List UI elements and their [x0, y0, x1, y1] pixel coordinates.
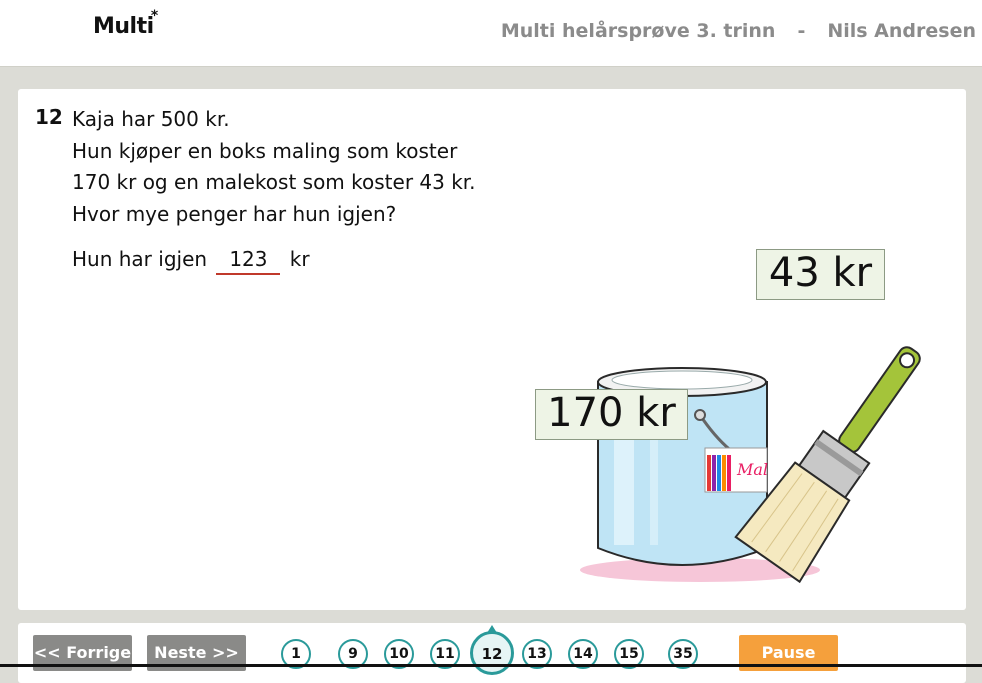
test-title: Multi helårsprøve 3. trinn - Nils Andresen [501, 20, 976, 42]
brush-price-tag: 43 kr [756, 249, 885, 300]
test-name: Multi helårsprøve 3. trinn [500, 20, 776, 42]
task-line-3: 170 kr og en malekost som koster 43 kr. [72, 170, 476, 194]
header: Multi * Multi helårsprøve 3. trinn - Nils A… [0, 0, 982, 67]
multi-logo: Multi * [93, 8, 158, 39]
page-link-12-current[interactable]: 12 [470, 631, 514, 675]
task-number: 12 [35, 105, 63, 129]
task-line-4: Hvor mye penger har hun igjen? [72, 201, 397, 226]
answer-suffix: kr [289, 247, 310, 271]
bucket-label-text: Mal [736, 460, 768, 479]
task-line-2: Hun kjøper en boks maling som koster [72, 138, 458, 163]
answer-input[interactable] [216, 247, 281, 275]
bucket-price-tag: 170 kr [535, 389, 688, 440]
logo-star: * [150, 8, 158, 24]
task-line-1: Kaja har 500 kr. [72, 107, 230, 131]
title-separator: - [797, 20, 806, 42]
task-text: Kaja har 500 kr. Hun kjøper en boks mali… [72, 104, 476, 230]
answer-prefix: Hun har igjen [72, 247, 208, 271]
student-name: Nils Andresen [827, 20, 976, 42]
answer-line: Hun har igjen kr [72, 247, 310, 275]
